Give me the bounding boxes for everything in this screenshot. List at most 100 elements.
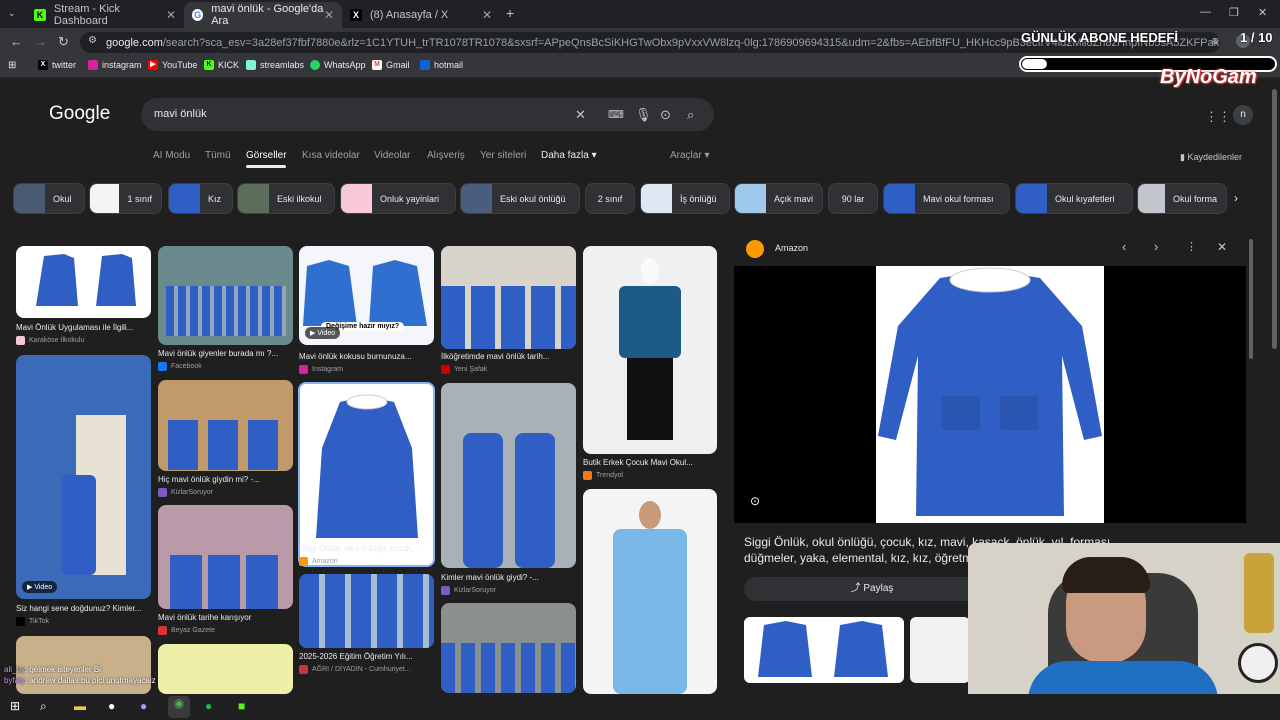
chip-is-onlugu[interactable]: İş önlüğü <box>640 183 730 214</box>
tab-images[interactable]: Görseller <box>246 150 287 161</box>
chip-1-sinif[interactable]: 1 sınıf <box>89 183 162 214</box>
file-explorer-icon[interactable]: ▬ <box>74 699 86 713</box>
site-info-icon[interactable]: ⚙ <box>88 35 97 46</box>
apps-icon[interactable]: ⊞ <box>8 60 16 71</box>
result-image-7-selected[interactable] <box>298 382 435 567</box>
chip-onluk-yayinlari[interactable]: Onluk yayinlari <box>340 183 456 214</box>
tab-all[interactable]: Tümü <box>205 150 231 161</box>
share-button[interactable]: ⤴ Paylaş <box>744 577 1000 601</box>
result-image-13[interactable] <box>158 644 293 694</box>
chrome-icon[interactable]: ◉ <box>168 696 190 718</box>
reload-icon[interactable]: ↻ <box>58 34 69 50</box>
page-scrollbar[interactable] <box>1272 89 1277 349</box>
bookmark-hotmail[interactable]: hotmail <box>420 60 463 70</box>
bookmark-whatsapp[interactable]: WhatsApp <box>310 60 366 70</box>
bookmark-instagram[interactable]: instagram <box>88 60 142 70</box>
chip-eski-okul-onlugu[interactable]: Eski okul önlüğü <box>460 183 580 214</box>
next-icon[interactable]: › <box>1154 239 1158 254</box>
downloads-icon[interactable]: ≡ <box>1212 34 1219 48</box>
result-caption[interactable]: Hiç mavi önlük giydin mi? -... <box>158 475 293 484</box>
new-tab-button[interactable]: + <box>506 5 514 21</box>
minimize-icon[interactable]: — <box>1200 6 1211 18</box>
clear-icon[interactable]: ✕ <box>575 107 586 123</box>
panel-source[interactable]: Amazon <box>775 243 808 253</box>
result-image-5[interactable] <box>583 246 717 454</box>
window-close-icon[interactable]: ✕ <box>1258 6 1267 19</box>
chip-okul-kiyafetleri[interactable]: Okul kıyafetleri <box>1015 183 1133 214</box>
google-apps-icon[interactable]: ⋮⋮ <box>1205 109 1231 125</box>
chip-mavi-okul-formasi[interactable]: Mavi okul forması <box>883 183 1010 214</box>
bookmark-kick[interactable]: K KICK <box>204 60 239 70</box>
kick-app-icon[interactable]: ■ <box>238 699 245 713</box>
chips-next-icon[interactable]: › <box>1234 191 1238 205</box>
close-icon[interactable]: ✕ <box>324 8 334 22</box>
bookmark-streamlabs[interactable]: streamlabs <box>246 60 304 70</box>
result-caption[interactable]: Mavi önlük tarihe karışıyor <box>158 613 293 622</box>
tab-ai-mode[interactable]: AI Modu <box>153 150 190 161</box>
prev-icon[interactable]: ‹ <box>1122 239 1126 254</box>
tab-shopping[interactable]: Alışveriş <box>427 150 465 161</box>
tab-videos[interactable]: Videolar <box>374 150 411 161</box>
chip-2-sinif[interactable]: 2 sınıf <box>585 183 635 214</box>
panel-scrollbar[interactable] <box>1249 239 1253 359</box>
lens-icon[interactable]: ⊙ <box>660 107 671 123</box>
result-image-3[interactable]: Değişime hazır mıyız? ▶ Video <box>299 246 434 345</box>
app-icon-2[interactable]: ● <box>140 699 147 713</box>
tools-button[interactable]: Araçlar ▾ <box>670 150 710 161</box>
result-image-9[interactable]: ▶ Video <box>16 355 151 599</box>
tab-places[interactable]: Yer siteleri <box>480 150 526 161</box>
close-icon[interactable]: ✕ <box>1217 240 1227 254</box>
result-image-6[interactable] <box>158 380 293 471</box>
chip-acik-mavi[interactable]: Açık mavi <box>734 183 823 214</box>
bookmark-gmail[interactable]: M Gmail <box>372 60 410 70</box>
result-caption[interactable]: Mavi önlük kokusu burnunuza... <box>299 352 434 361</box>
result-image-10[interactable] <box>158 505 293 609</box>
forward-icon[interactable]: → <box>34 34 47 49</box>
bookmark-youtube[interactable]: ▶ YouTube <box>148 60 197 70</box>
result-image-1[interactable] <box>16 246 151 318</box>
result-caption[interactable]: Butik Erkek Çocuk Mavi Okul... <box>583 458 717 467</box>
tab-x[interactable]: X (8) Anasayfa / X ✕ <box>342 2 500 28</box>
app-icon[interactable]: ● <box>108 699 115 713</box>
chip-eski-ilkokul[interactable]: Eski ilkokul <box>237 183 335 214</box>
tab-list-icon[interactable]: ⌄ <box>8 8 16 19</box>
result-image-15[interactable] <box>583 489 717 694</box>
search-icon[interactable]: ⌕ <box>687 107 694 123</box>
chip-okul[interactable]: Okul <box>13 183 85 214</box>
close-icon[interactable]: ✕ <box>482 8 492 22</box>
maximize-icon[interactable]: ❐ <box>1229 6 1239 19</box>
back-icon[interactable]: ← <box>10 34 23 49</box>
close-icon[interactable]: ✕ <box>166 8 176 22</box>
tab-short-videos[interactable]: Kısa videolar <box>302 150 360 161</box>
lens-icon[interactable]: ⊙ <box>750 494 760 508</box>
related-image-1[interactable] <box>744 617 904 683</box>
chip-okul-forma[interactable]: Okul forma <box>1137 183 1227 214</box>
result-caption[interactable]: Mavi Önlük Uygulaması ile İlgili... <box>16 323 151 332</box>
chip-90-lar[interactable]: 90 lar <box>828 183 878 214</box>
result-caption[interactable]: Siz hangi sene doğdunuz? Kimler... <box>16 604 151 613</box>
search-box[interactable]: mavi önlük ✕ ⌨ 🎙 ⊙ ⌕ <box>141 98 714 131</box>
result-caption[interactable]: Kimler mavi önlük giydi? -... <box>441 573 576 582</box>
google-logo[interactable]: Google <box>49 103 110 125</box>
result-image-2[interactable] <box>158 246 293 345</box>
tab-google[interactable]: G mavi önlük - Google'da Ara ✕ <box>184 2 342 28</box>
bookmark-twitter[interactable]: Xtwitter <box>38 60 76 70</box>
result-image-14[interactable] <box>441 603 576 693</box>
saved-button[interactable]: ▮ Kaydedilenler <box>1180 152 1242 163</box>
result-image-8[interactable] <box>441 383 576 568</box>
result-caption[interactable]: Siggi Önlük, okul önlüğü, çocuk,... <box>299 544 434 553</box>
result-caption[interactable]: İlköğretimde mavi önlük tarih... <box>441 352 576 361</box>
panel-image-frame[interactable]: ⊙ <box>734 266 1246 523</box>
account-avatar[interactable]: n <box>1233 105 1253 125</box>
tab-kick[interactable]: K Stream - Kick Dashboard ✕ <box>26 2 184 28</box>
related-image-2[interactable] <box>910 617 970 683</box>
more-options-icon[interactable]: ⋮ <box>1186 240 1197 253</box>
windows-start-icon[interactable]: ⊞ <box>10 699 20 713</box>
result-image-4[interactable] <box>441 246 576 349</box>
chip-kiz[interactable]: Kız <box>168 183 233 214</box>
result-caption[interactable]: 2025-2026 Eğitim Öğretim Yılı... <box>299 652 434 661</box>
keyboard-icon[interactable]: ⌨ <box>608 108 624 121</box>
result-image-11[interactable] <box>299 574 434 648</box>
tab-more[interactable]: Daha fazla ▾ <box>541 150 597 161</box>
result-caption[interactable]: Mavi önlük giyenler burada mı ?... <box>158 349 293 358</box>
